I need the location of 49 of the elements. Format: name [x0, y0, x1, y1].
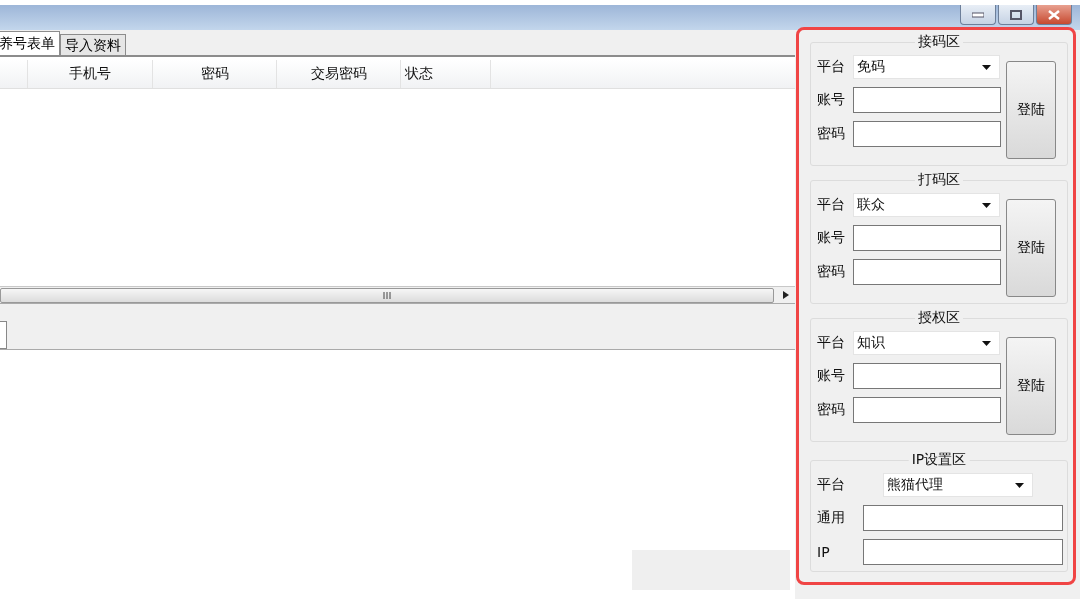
field-label: 密码 [817, 263, 846, 281]
input-field[interactable] [863, 505, 1063, 531]
scroll-right-icon[interactable] [783, 291, 789, 299]
tab[interactable] [0, 321, 7, 349]
field-label: 账号 [817, 91, 846, 109]
dropdown-caret-icon [982, 340, 991, 346]
dropdown-caret-icon [982, 202, 991, 208]
close-button[interactable] [1036, 5, 1072, 25]
field-label: 平台 [817, 58, 846, 76]
field-label: 平台 [817, 334, 846, 352]
login-button[interactable]: 登陆 [1006, 61, 1056, 159]
dropdown-caret-icon [1015, 482, 1024, 488]
input-field[interactable] [853, 397, 1001, 423]
input-field[interactable] [853, 87, 1001, 113]
column-header[interactable]: 交易密码 [277, 60, 401, 88]
dropdown[interactable]: 知识 [853, 331, 1000, 355]
field-label: 密码 [817, 401, 846, 419]
dropdown[interactable]: 免码 [853, 55, 1000, 79]
field-label: 账号 [817, 229, 846, 247]
field-label: 账号 [817, 367, 846, 385]
input-field[interactable] [863, 539, 1063, 565]
group-title: 打码区 [915, 171, 963, 189]
tab[interactable]: 导入资料 [60, 34, 126, 55]
column-header[interactable]: 手机号 [28, 60, 153, 88]
group-title: 接码区 [915, 33, 963, 51]
field-label: 平台 [817, 196, 846, 214]
field-label: 平台 [817, 476, 846, 494]
group-title: IP设置区 [908, 451, 970, 469]
login-button[interactable]: 登陆 [1006, 199, 1056, 297]
group-title: 授权区 [915, 309, 963, 327]
tab[interactable]: 养号表单 [0, 31, 60, 55]
minimize-icon [972, 11, 984, 18]
input-field[interactable] [853, 121, 1001, 147]
field-label: IP [817, 544, 831, 560]
login-button[interactable]: 登陆 [1006, 337, 1056, 435]
field-label: 密码 [817, 125, 846, 143]
dropdown[interactable]: 联众 [853, 193, 1000, 217]
maximize-button[interactable] [998, 5, 1034, 25]
input-field[interactable] [853, 363, 1001, 389]
input-field[interactable] [853, 225, 1001, 251]
field-label: 通用 [817, 509, 846, 527]
minimize-button[interactable] [960, 5, 996, 25]
close-icon [1048, 9, 1060, 20]
maximize-icon [1010, 9, 1022, 20]
column-header[interactable]: 状态 [401, 60, 491, 88]
dropdown-caret-icon [982, 64, 991, 70]
column-header[interactable]: 密码 [153, 60, 277, 88]
dropdown[interactable]: 熊猫代理 [883, 473, 1033, 497]
input-field[interactable] [853, 259, 1001, 285]
